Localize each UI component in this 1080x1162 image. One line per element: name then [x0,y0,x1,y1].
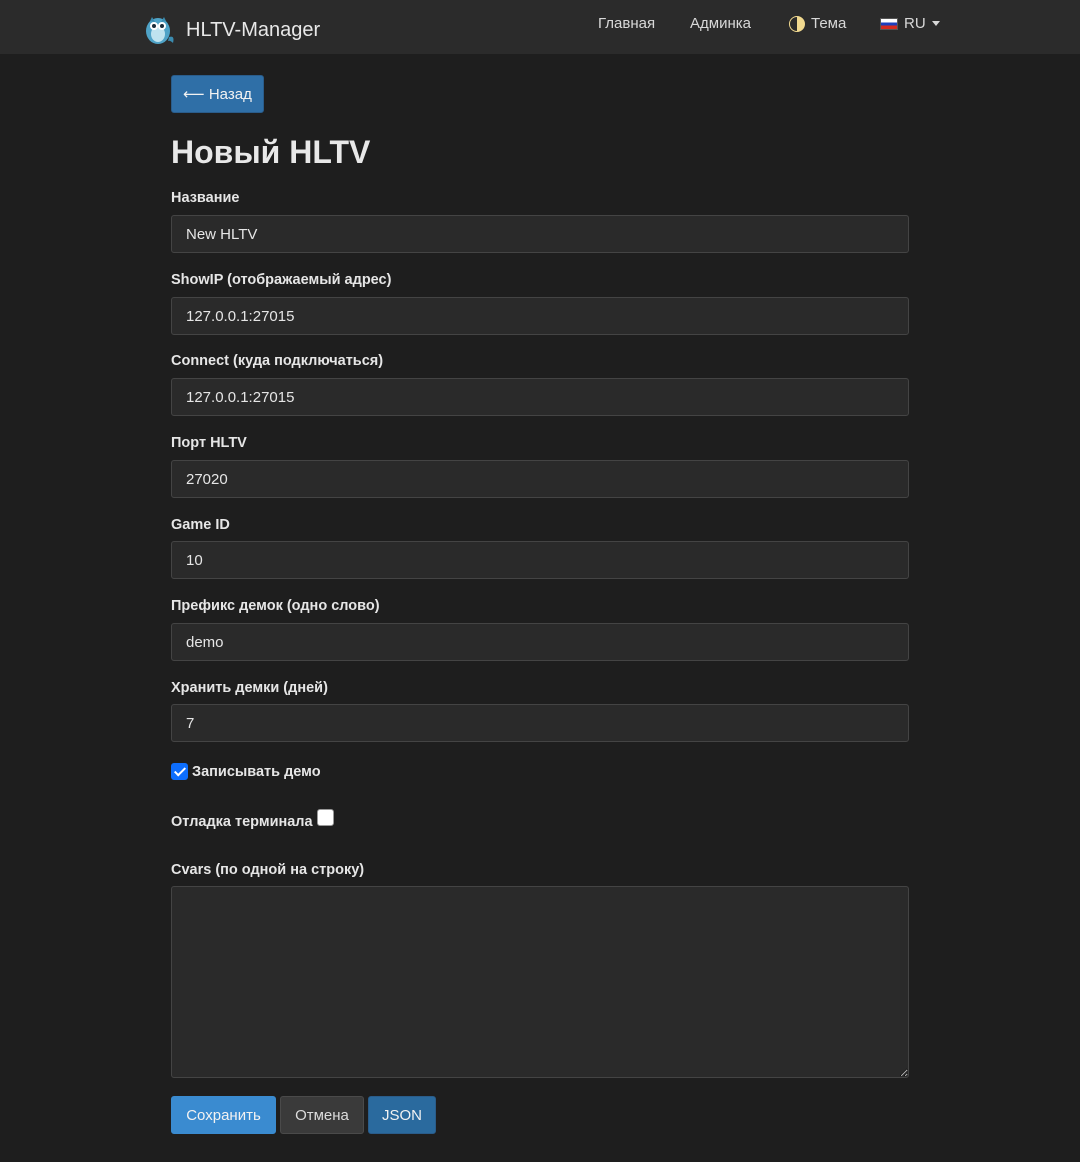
nav-link-admin-label: Админка [690,15,751,32]
terminal-debug-checkbox[interactable] [316,809,334,826]
theme-toggle[interactable]: Тема [789,15,846,32]
terminal-debug-row: Отладка терминала [171,809,334,830]
keep-days-label: Хранить демки (дней) [171,680,328,696]
record-demo-checkbox[interactable] [171,763,188,780]
connect-input[interactable] [171,378,909,416]
port-label: Порт HLTV [171,435,247,451]
theme-toggle-label: Тема [811,15,847,32]
record-demo-row: Записывать демо [171,763,321,780]
cvars-label: Cvars (по одной на строку) [171,862,365,878]
brand-name: HLTV-Manager [186,18,321,41]
cancel-button[interactable]: Отмена [280,1096,364,1134]
cvars-textarea[interactable] [171,886,909,1078]
connect-label: Connect (куда подключаться) [171,353,384,369]
language-dropdown[interactable]: RU [880,15,940,32]
name-input[interactable] [171,215,909,253]
json-button[interactable]: JSON [368,1096,436,1134]
demo-prefix-label: Префикс демок (одно слово) [171,598,380,614]
russia-flag-icon [880,17,898,30]
navbar: HLTV-Manager Главная Админка Тема RU [0,0,1080,54]
demo-prefix-input[interactable] [171,623,909,661]
back-button[interactable]: ⟵ Назад [171,75,264,113]
show-ip-input[interactable] [171,297,909,335]
page-title: Новый HLTV [171,134,371,170]
terminal-debug-label: Отладка терминала [171,813,313,830]
nav-link-home-label: Главная [598,15,656,32]
nav-link-home[interactable]: Главная [598,15,655,32]
half-moon-icon [789,15,805,32]
show-ip-label: ShowIP (отображаемый адрес) [171,272,392,288]
nav-link-admin[interactable]: Админка [690,15,751,32]
game-id-label: Game ID [171,517,230,533]
game-id-input[interactable] [171,541,909,579]
keep-days-input[interactable] [171,704,909,742]
save-button[interactable]: Сохранить [171,1096,276,1134]
language-dropdown-label: RU [904,15,926,32]
name-label: Название [171,190,240,206]
caret-down-icon [931,21,940,26]
port-input[interactable] [171,460,909,498]
brand[interactable]: HLTV-Manager [142,13,320,47]
mascot-logo-icon [142,13,176,47]
record-demo-label: Записывать демо [192,763,321,780]
